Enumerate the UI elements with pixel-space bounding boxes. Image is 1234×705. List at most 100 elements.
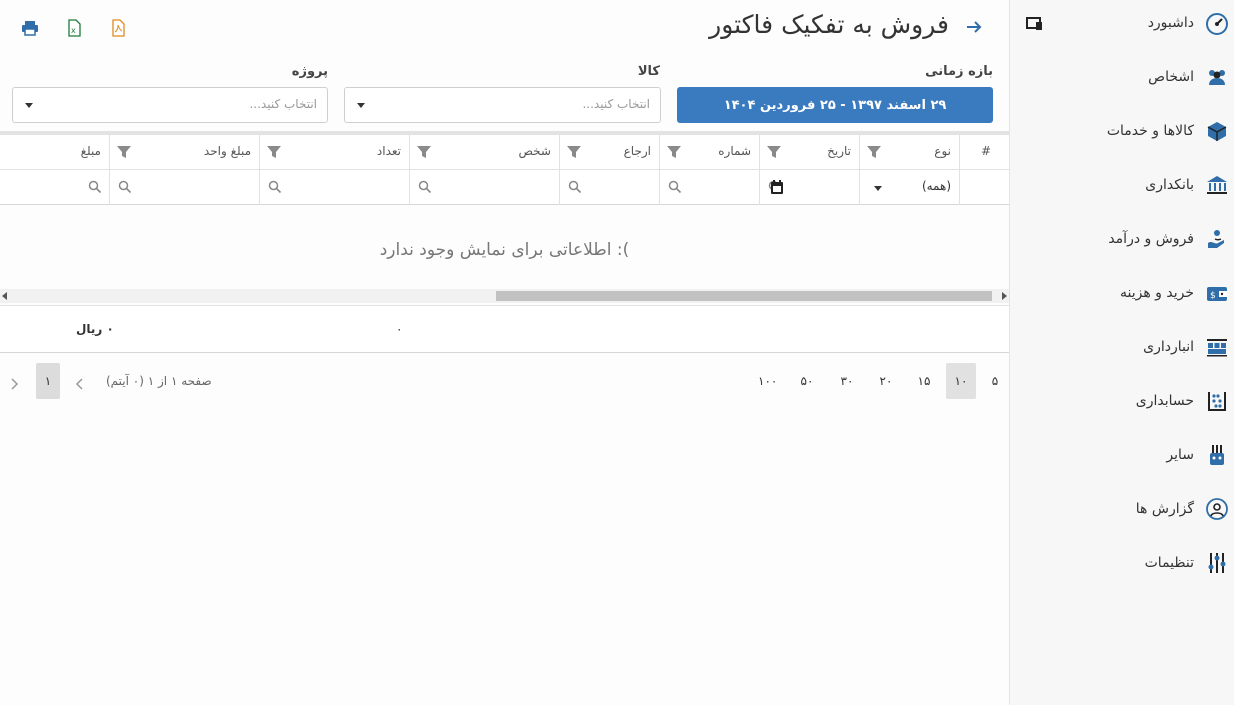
warehouse-icon — [1204, 334, 1230, 360]
summary-count: ۰ — [396, 322, 403, 336]
column-header-type[interactable]: نوع — [859, 135, 959, 170]
sidebar-item-label: خرید و هزینه — [1119, 285, 1194, 301]
product-select[interactable]: انتخاب کنید... — [344, 87, 661, 123]
date-filter-input[interactable] — [759, 170, 859, 205]
page-title: فروش به تفکیک فاکتور — [709, 10, 949, 39]
page-info: صفحه ۱ از ۱ (۰ آیتم) — [106, 374, 212, 388]
scroll-right-arrow-icon[interactable] — [1002, 292, 1007, 300]
sidebar-item-label: فروش و درآمد — [1108, 231, 1194, 247]
sidebar-item-sales[interactable]: فروش و درآمد — [1009, 224, 1234, 254]
sidebar-item-label: انبارداری — [1143, 339, 1194, 355]
sidebar-item-people[interactable]: اشخاص — [1009, 62, 1234, 92]
page-number-button[interactable]: ۱ — [36, 363, 60, 399]
horizontal-scrollbar[interactable] — [0, 289, 1009, 303]
chevron-right-icon[interactable] — [8, 375, 20, 390]
page-size-5[interactable]: ۵ — [980, 363, 1010, 399]
product-label: کالا — [637, 64, 660, 79]
pdf-export-icon[interactable] — [109, 19, 127, 37]
chevron-down-icon — [25, 103, 33, 108]
project-select-placeholder: انتخاب کنید... — [249, 97, 317, 111]
page-size-50[interactable]: ۵۰ — [792, 363, 822, 399]
search-icon — [668, 179, 682, 194]
filter-icon[interactable] — [566, 144, 582, 160]
sidebar-item-reports[interactable]: گزارش ها — [1009, 494, 1234, 524]
sidebar-item-label: سایر — [1166, 447, 1194, 463]
chevron-down-icon — [874, 186, 882, 191]
search-icon — [418, 179, 432, 194]
filter-icon[interactable] — [666, 144, 682, 160]
chevron-left-icon[interactable] — [74, 375, 86, 390]
back-arrow-icon[interactable] — [965, 18, 983, 36]
number-filter-input[interactable] — [659, 170, 759, 205]
sidebar-item-label: تنظیمات — [1144, 555, 1194, 571]
filter-icon[interactable] — [116, 144, 132, 160]
reference-filter-input[interactable] — [559, 170, 659, 205]
filter-icon[interactable] — [266, 144, 282, 160]
quantity-filter-input[interactable] — [259, 170, 409, 205]
main-content: x فروش به تفکیک فاکتور بازه زمانی کالا پ… — [0, 0, 1009, 705]
page-size-100[interactable]: ۱۰۰ — [750, 363, 785, 399]
sidebar-item-products[interactable]: کالاها و خدمات — [1009, 116, 1234, 146]
wallet-icon: $ — [1204, 280, 1230, 306]
app: x فروش به تفکیک فاکتور بازه زمانی کالا پ… — [0, 0, 1234, 705]
project-select[interactable]: انتخاب کنید... — [12, 87, 328, 123]
column-header-quantity[interactable]: تعداد — [259, 135, 409, 170]
page-size-10[interactable]: ۱۰ — [946, 363, 976, 399]
bank-icon — [1204, 172, 1230, 198]
print-icon[interactable] — [21, 19, 39, 37]
sidebar-item-label: داشبورد — [1147, 15, 1194, 31]
sidebar-item-purchase[interactable]: $ خرید و هزینه — [1009, 278, 1234, 308]
sidebar: داشبورد اشخاص کالاها و خدمات بانکداری فر… — [1009, 0, 1234, 705]
svg-text:x: x — [71, 26, 76, 35]
calendar-icon[interactable] — [770, 179, 784, 195]
type-filter-select[interactable]: (همه) — [859, 170, 959, 205]
sidebar-item-warehouse[interactable]: انبارداری — [1009, 332, 1234, 362]
column-header-amount[interactable]: مبلغ — [0, 135, 109, 170]
column-header-date[interactable]: تاریخ — [759, 135, 859, 170]
abacus-icon — [1204, 388, 1230, 414]
column-header-reference[interactable]: ارجاع — [559, 135, 659, 170]
grid-filter-row: (همه) — [0, 170, 1009, 205]
other-icon — [1204, 442, 1230, 468]
search-icon — [568, 179, 582, 194]
people-icon — [1204, 64, 1230, 90]
unit-price-filter-input[interactable] — [109, 170, 259, 205]
empty-state-text: ): اطلاعاتی برای نمایش وجود ندارد — [379, 240, 630, 260]
period-range-button[interactable]: ۲۹ اسفند ۱۳۹۷ - ۲۵ فروردین ۱۴۰۴ — [677, 87, 993, 123]
amount-filter-input[interactable] — [0, 170, 109, 205]
dashboard-icon — [1204, 10, 1230, 36]
sidebar-item-settings[interactable]: تنظیمات — [1009, 548, 1234, 578]
search-icon — [88, 179, 102, 194]
product-select-placeholder: انتخاب کنید... — [582, 97, 650, 111]
grid-summary-row: ۰ ریال ۰ — [0, 305, 1009, 353]
sidebar-item-other[interactable]: سایر — [1009, 440, 1234, 470]
sidebar-item-label: حسابداری — [1135, 393, 1194, 409]
page-size-15[interactable]: ۱۵ — [909, 363, 939, 399]
chevron-down-icon — [357, 103, 365, 108]
filter-icon[interactable] — [866, 144, 882, 160]
sales-icon — [1204, 226, 1230, 252]
sidebar-item-label: بانکداری — [1145, 177, 1194, 193]
scroll-left-arrow-icon[interactable] — [2, 292, 7, 300]
filter-icon[interactable] — [766, 144, 782, 160]
sidebar-item-label: کالاها و خدمات — [1106, 123, 1194, 139]
summary-amount: ۰ ریال — [76, 322, 114, 336]
page-size-30[interactable]: ۳۰ — [832, 363, 862, 399]
box-icon — [1204, 118, 1230, 144]
sidebar-item-banking[interactable]: بانکداری — [1009, 170, 1234, 200]
column-header-index: # — [959, 135, 1009, 170]
sidebar-item-accounting[interactable]: حسابداری — [1009, 386, 1234, 416]
filter-icon[interactable] — [416, 144, 432, 160]
report-icon — [1204, 496, 1230, 522]
column-header-unit-price[interactable]: مبلغ واحد — [109, 135, 259, 170]
column-header-number[interactable]: شماره — [659, 135, 759, 170]
scrollbar-thumb[interactable] — [496, 291, 992, 301]
sidebar-item-dashboard[interactable]: داشبورد — [1009, 8, 1234, 38]
person-filter-input[interactable] — [409, 170, 559, 205]
filter-cell-index — [959, 170, 1009, 205]
pager: ۵ ۱۰ ۱۵ ۲۰ ۳۰ ۵۰ ۱۰۰ صفحه ۱ از ۱ (۰ آیتم… — [0, 363, 1009, 401]
column-header-person[interactable]: شخص — [409, 135, 559, 170]
page-size-20[interactable]: ۲۰ — [871, 363, 901, 399]
settings-icon — [1204, 550, 1230, 576]
excel-export-icon[interactable]: x — [65, 19, 83, 37]
